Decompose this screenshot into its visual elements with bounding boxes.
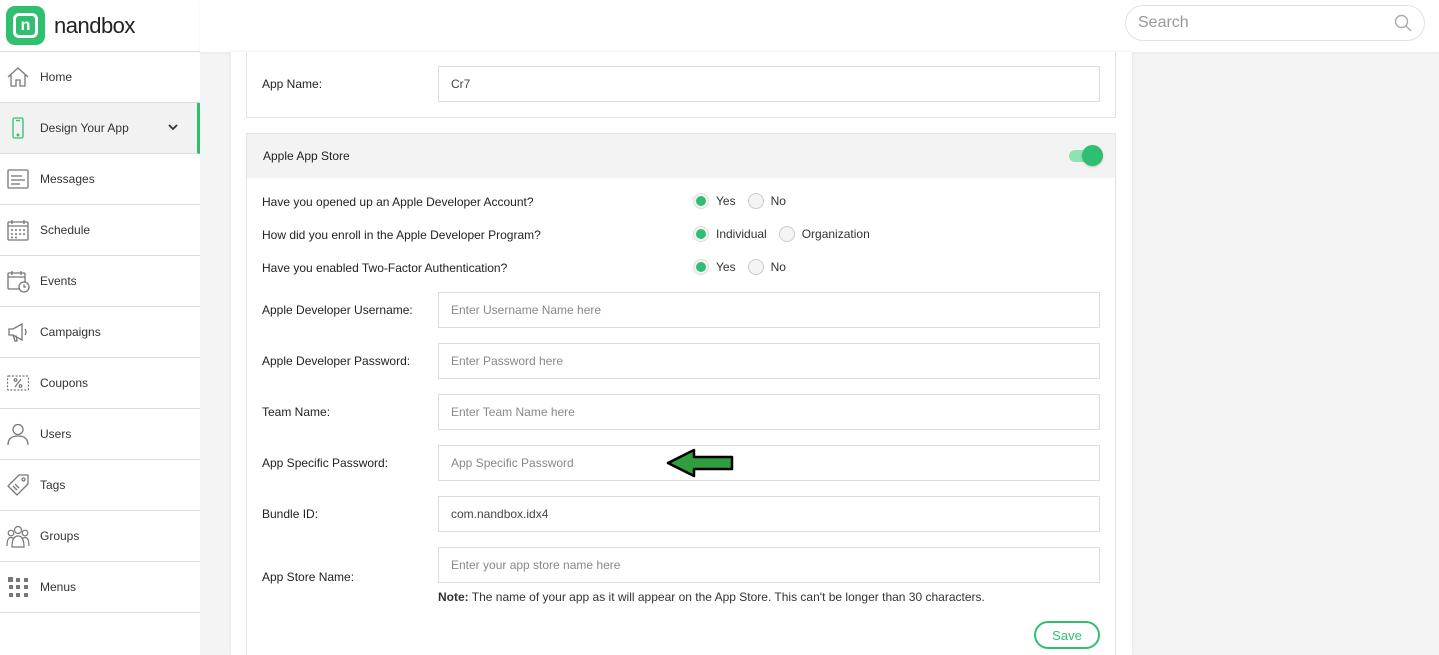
sidebar-item-design-your-app[interactable]: Design Your App bbox=[0, 103, 200, 154]
sidebar-item-label: Events bbox=[40, 274, 77, 288]
sidebar-item-home[interactable]: Home bbox=[0, 52, 200, 103]
menus-icon bbox=[6, 575, 30, 599]
sidebar-item-coupons[interactable]: Coupons bbox=[0, 358, 200, 409]
annotation-arrow-icon bbox=[666, 448, 734, 478]
sidebar-item-label: Design Your App bbox=[40, 121, 129, 135]
sidebar-item-label: Schedule bbox=[40, 223, 91, 237]
home-icon bbox=[6, 65, 30, 89]
developer-account-question: Have you opened up an Apple Developer Ac… bbox=[262, 195, 534, 209]
sidebar-item-users[interactable]: Users bbox=[0, 409, 200, 460]
radio-label: Yes bbox=[716, 260, 736, 274]
app-name-label: App Name: bbox=[262, 77, 323, 91]
bundle-id-input[interactable] bbox=[438, 496, 1100, 532]
note-prefix: Note: bbox=[438, 590, 469, 604]
events-icon bbox=[6, 269, 30, 293]
apple-app-store-toggle[interactable] bbox=[1069, 144, 1103, 166]
coupon-icon bbox=[6, 371, 30, 395]
developer-account-radio-group: Yes No bbox=[693, 193, 798, 209]
sidebar-item-schedule[interactable]: Schedule bbox=[0, 205, 200, 256]
enrollment-individual-radio[interactable] bbox=[693, 226, 709, 242]
app-store-name-note: Note: The name of your app as it will ap… bbox=[438, 590, 985, 604]
bundle-id-label: Bundle ID: bbox=[262, 507, 319, 521]
app-name-section: App Name: bbox=[246, 52, 1116, 118]
calendar-icon bbox=[6, 218, 30, 242]
developer-password-input[interactable] bbox=[438, 343, 1100, 379]
radio-label: No bbox=[770, 260, 786, 274]
save-button[interactable]: Save bbox=[1034, 621, 1100, 649]
app-name-input[interactable] bbox=[438, 66, 1100, 102]
sidebar-item-label: Home bbox=[40, 70, 73, 84]
sidebar: n nandbox Home Design Your App Messages … bbox=[0, 0, 200, 655]
enrollment-question: How did you enroll in the Apple Develope… bbox=[262, 228, 541, 242]
nandbox-logo-icon: n bbox=[6, 6, 45, 45]
sidebar-item-label: Coupons bbox=[40, 376, 89, 390]
app-specific-password-input[interactable] bbox=[438, 445, 1100, 481]
sidebar-item-campaigns[interactable]: Campaigns bbox=[0, 307, 200, 358]
two-factor-question: Have you enabled Two-Factor Authenticati… bbox=[262, 261, 508, 275]
sidebar-item-label: Users bbox=[40, 427, 72, 441]
radio-label: No bbox=[770, 194, 786, 208]
user-icon bbox=[6, 422, 30, 446]
developer-account-no-radio[interactable] bbox=[747, 193, 764, 209]
search-icon[interactable] bbox=[1394, 14, 1412, 32]
sidebar-item-events[interactable]: Events bbox=[0, 256, 200, 307]
enrollment-radio-group: Individual Organization bbox=[693, 226, 882, 242]
brand-name: nandbox bbox=[54, 12, 135, 38]
developer-password-label: Apple Developer Password: bbox=[262, 354, 411, 368]
developer-account-yes-radio[interactable] bbox=[693, 193, 709, 209]
enrollment-organization-radio[interactable] bbox=[778, 226, 795, 242]
sidebar-item-label: Menus bbox=[40, 580, 77, 594]
phone-icon bbox=[6, 116, 30, 140]
note-text: The name of your app as it will appear o… bbox=[471, 590, 985, 604]
apple-app-store-panel: Apple App Store Have you opened up an Ap… bbox=[246, 133, 1116, 655]
search-box[interactable] bbox=[1125, 5, 1425, 41]
radio-label: Yes bbox=[716, 194, 736, 208]
apple-app-store-title: Apple App Store bbox=[263, 149, 350, 163]
toggle-knob bbox=[1082, 145, 1103, 166]
sidebar-item-label: Groups bbox=[40, 529, 80, 543]
sidebar-item-label: Campaigns bbox=[40, 325, 101, 339]
messages-icon bbox=[6, 167, 30, 191]
app-store-name-input[interactable] bbox=[438, 547, 1100, 583]
sidebar-item-messages[interactable]: Messages bbox=[0, 154, 200, 205]
sidebar-item-tags[interactable]: Tags bbox=[0, 460, 200, 511]
two-factor-radio-group: Yes No bbox=[693, 259, 798, 275]
developer-username-label: Apple Developer Username: bbox=[262, 303, 413, 317]
sidebar-item-groups[interactable]: Groups bbox=[0, 511, 200, 562]
tag-icon bbox=[6, 473, 30, 497]
top-bar bbox=[200, 0, 1439, 52]
search-input[interactable] bbox=[1138, 14, 1394, 32]
app-specific-password-label: App Specific Password: bbox=[262, 456, 389, 470]
logo-letter: n bbox=[13, 13, 38, 38]
sidebar-item-menus[interactable]: Menus bbox=[0, 562, 200, 613]
apple-app-store-header: Apple App Store bbox=[247, 134, 1115, 178]
chevron-down-icon[interactable] bbox=[167, 121, 179, 133]
two-factor-yes-radio[interactable] bbox=[693, 259, 709, 275]
brand-logo[interactable]: n nandbox bbox=[0, 0, 200, 52]
radio-label: Individual bbox=[716, 227, 767, 241]
team-name-label: Team Name: bbox=[262, 405, 331, 419]
two-factor-no-radio[interactable] bbox=[747, 259, 764, 275]
sidebar-item-label: Tags bbox=[40, 478, 66, 492]
radio-label: Organization bbox=[801, 227, 870, 241]
sidebar-item-label: Messages bbox=[40, 172, 95, 186]
app-settings-card: App Name: Apple App Store Have you opene… bbox=[231, 52, 1132, 655]
groups-icon bbox=[6, 524, 30, 548]
team-name-input[interactable] bbox=[438, 394, 1100, 430]
app-store-name-label: App Store Name: bbox=[262, 570, 355, 584]
developer-username-input[interactable] bbox=[438, 292, 1100, 328]
megaphone-icon bbox=[6, 320, 30, 344]
